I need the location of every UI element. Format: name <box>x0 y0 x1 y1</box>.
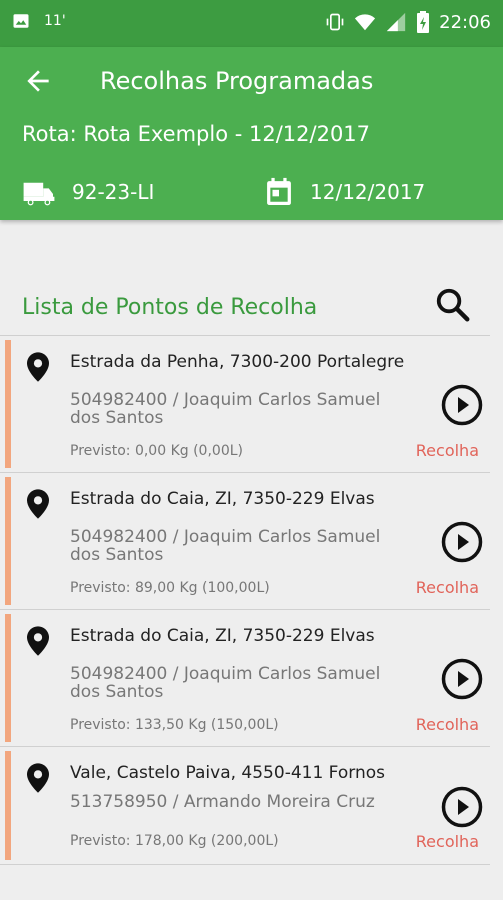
status-left: 11' <box>12 12 66 30</box>
play-circle-icon[interactable] <box>441 658 483 700</box>
list-item[interactable]: Vale, Castelo Paiva, 4550-411 Fornos 513… <box>0 747 490 865</box>
page-title: Recolhas Programadas <box>100 67 374 95</box>
location-pin-icon <box>27 489 49 519</box>
status-bar: 11' 22:06 <box>0 0 503 47</box>
signal-icon <box>386 12 406 32</box>
back-button[interactable] <box>22 65 54 97</box>
location-pin-icon <box>27 763 49 793</box>
location-pin-icon <box>27 626 49 656</box>
section-title: Lista de Pontos de Recolha <box>22 295 318 320</box>
play-circle-icon[interactable] <box>441 384 483 426</box>
point-client: 504982400 / Joaquim Carlos Samuel dos Sa… <box>70 664 381 702</box>
point-type-tag: Recolha <box>415 578 479 597</box>
play-circle-icon[interactable] <box>441 786 483 828</box>
calendar-icon <box>267 177 291 205</box>
point-address: Estrada do Caia, ZI, 7350-229 Elvas <box>70 626 375 646</box>
point-type-tag: Recolha <box>415 832 479 851</box>
status-time: 22:06 <box>439 11 491 33</box>
status-accent-bar <box>5 477 11 605</box>
status-accent-bar <box>5 751 11 860</box>
status-accent-bar <box>5 340 11 468</box>
search-icon <box>436 288 470 322</box>
vehicle-plate: 92-23-LI <box>72 180 155 204</box>
point-client: 504982400 / Joaquim Carlos Samuel dos Sa… <box>70 390 381 428</box>
point-client: 504982400 / Joaquim Carlos Samuel dos Sa… <box>70 527 381 565</box>
status-right: 22:06 <box>325 10 491 34</box>
route-date: 12/12/2017 <box>310 180 426 204</box>
point-client: 513758950 / Armando Moreira Cruz <box>70 792 375 812</box>
status-accent-bar <box>5 614 11 742</box>
point-forecast: Previsto: 178,00 Kg (200,00L) <box>70 833 279 849</box>
collection-points-list: Estrada da Penha, 7300-200 Portalegre 50… <box>0 335 490 865</box>
app-bar: Recolhas Programadas Rota: Rota Exemplo … <box>0 47 503 220</box>
point-address: Estrada da Penha, 7300-200 Portalegre <box>70 352 405 372</box>
arrow-back-icon <box>27 70 49 92</box>
point-forecast: Previsto: 89,00 Kg (100,00L) <box>70 580 270 596</box>
point-type-tag: Recolha <box>415 715 479 734</box>
status-indicator: 11' <box>44 13 66 29</box>
location-pin-icon <box>27 352 49 382</box>
battery-icon <box>417 11 430 33</box>
point-address: Estrada do Caia, ZI, 7350-229 Elvas <box>70 489 375 509</box>
vibrate-icon <box>326 13 344 31</box>
search-button[interactable] <box>434 286 472 324</box>
play-circle-icon[interactable] <box>441 521 483 563</box>
truck-icon <box>23 182 55 207</box>
point-address: Vale, Castelo Paiva, 4550-411 Fornos <box>70 763 385 783</box>
point-forecast: Previsto: 0,00 Kg (0,00L) <box>70 443 243 459</box>
route-label: Rota: Rota Exemplo - 12/12/2017 <box>22 122 371 146</box>
point-type-tag: Recolha <box>415 441 479 460</box>
list-item[interactable]: Estrada da Penha, 7300-200 Portalegre 50… <box>0 336 490 473</box>
point-forecast: Previsto: 133,50 Kg (150,00L) <box>70 717 279 733</box>
list-item[interactable]: Estrada do Caia, ZI, 7350-229 Elvas 5049… <box>0 610 490 747</box>
wifi-icon <box>355 14 376 31</box>
image-icon <box>13 14 29 28</box>
list-item[interactable]: Estrada do Caia, ZI, 7350-229 Elvas 5049… <box>0 473 490 610</box>
